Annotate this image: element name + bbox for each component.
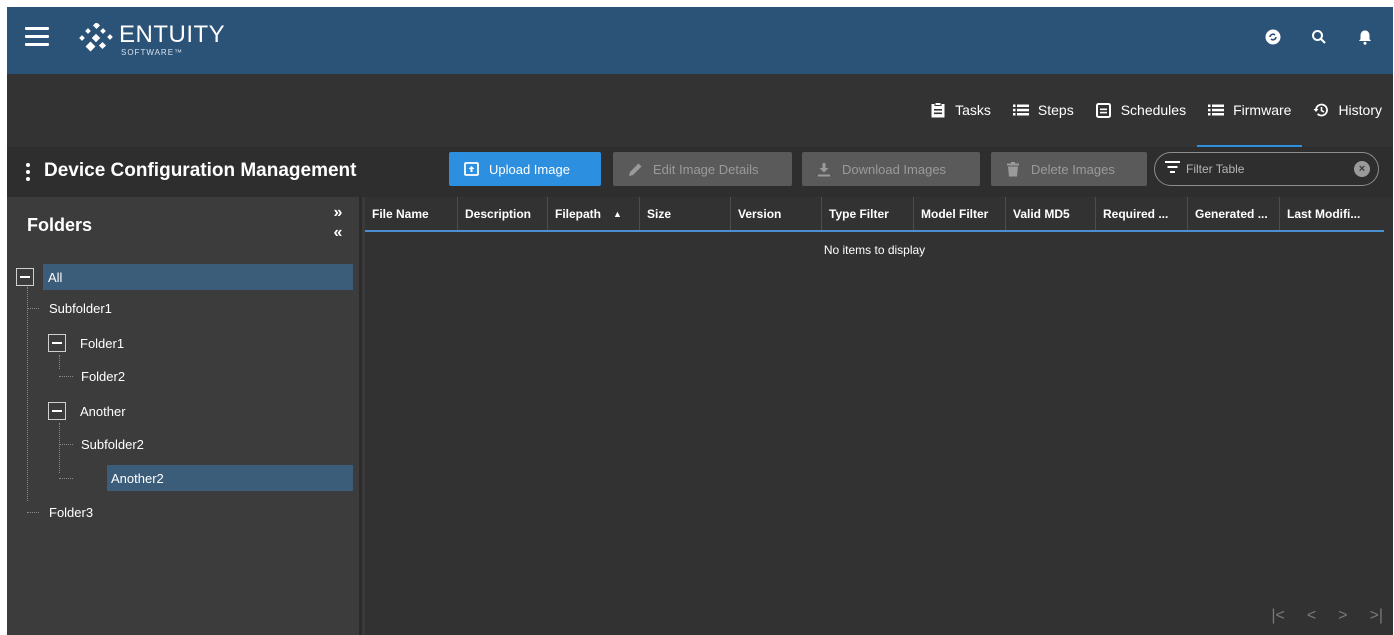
collapse-node-icon[interactable] xyxy=(16,268,34,286)
tree-node-label: Folder3 xyxy=(49,504,94,520)
list-icon xyxy=(1012,102,1029,118)
history-icon xyxy=(1313,102,1329,118)
tree-node-another2[interactable]: Another2 xyxy=(107,466,168,490)
edit-image-details-button[interactable]: Edit Image Details xyxy=(613,152,792,186)
tree-node-label: Another2 xyxy=(107,466,168,490)
trash-icon xyxy=(1005,161,1021,177)
column-header[interactable]: Filepath ▲ xyxy=(548,197,640,230)
pagination: |< < > >| xyxy=(1271,607,1393,625)
tab-bar: Tasks Steps Schedules Firmware History xyxy=(7,74,1393,148)
firmware-table: File Name Description Filepath ▲ Size Ver… xyxy=(365,197,1393,635)
tree-node-another[interactable]: Another xyxy=(48,399,130,423)
column-header[interactable]: Required ... xyxy=(1096,197,1188,230)
clipboard-icon xyxy=(930,102,946,118)
logo-subtitle: SOFTWARE™ xyxy=(121,48,184,57)
filter-table-field[interactable]: × xyxy=(1154,152,1379,186)
tab-schedules-label: Schedules xyxy=(1120,102,1187,118)
download-images-label: Download Images xyxy=(842,161,947,177)
more-options-icon[interactable] xyxy=(25,163,31,181)
column-header[interactable]: File Name xyxy=(365,197,458,230)
empty-table-message: No items to display xyxy=(823,243,926,257)
upload-image-button[interactable]: Upload Image xyxy=(449,152,601,186)
logo-name: ENTUITY xyxy=(119,21,226,48)
tab-tasks-label: Tasks xyxy=(955,102,991,118)
app-window: ENTUITY SOFTWARE™ Tasks Steps Schedules … xyxy=(7,7,1393,635)
sort-ascending-icon: ▲ xyxy=(613,208,622,219)
filter-table-input[interactable] xyxy=(1186,162,1346,176)
collapse-all-icon[interactable]: « xyxy=(330,223,346,243)
toolbar: Device Configuration Management Upload I… xyxy=(7,147,1393,197)
tree-node-label: Folder1 xyxy=(80,335,125,351)
upload-image-label: Upload Image xyxy=(489,161,570,177)
tree-node-label: Subfolder2 xyxy=(81,436,144,452)
download-icon xyxy=(816,161,832,177)
column-header[interactable]: Generated ... xyxy=(1188,197,1280,230)
search-icon[interactable] xyxy=(1309,27,1329,47)
tab-firmware-label: Firmware xyxy=(1233,102,1292,118)
delete-images-label: Delete Images xyxy=(1031,161,1115,177)
tree-node-subfolder2[interactable]: Subfolder2 xyxy=(77,432,148,456)
edit-image-details-label: Edit Image Details xyxy=(653,161,759,177)
table-header: File Name Description Filepath ▲ Size Ver… xyxy=(365,197,1384,232)
page-title: Device Configuration Management xyxy=(44,160,357,181)
hamburger-menu-icon[interactable] xyxy=(25,27,49,47)
tree-node-label: Another xyxy=(80,403,126,419)
tree-node-label: Folder2 xyxy=(81,368,126,384)
next-page-icon[interactable]: > xyxy=(1338,607,1347,625)
top-bar: ENTUITY SOFTWARE™ xyxy=(7,7,1393,74)
filter-icon xyxy=(1165,160,1180,178)
first-page-icon[interactable]: |< xyxy=(1271,607,1285,625)
tree-node-folder2[interactable]: Folder2 xyxy=(77,364,129,388)
previous-page-icon[interactable]: < xyxy=(1307,607,1316,625)
list-icon xyxy=(1208,102,1225,118)
expand-all-icon[interactable]: » xyxy=(330,203,346,223)
logo-mark-icon xyxy=(79,23,113,52)
collapse-node-icon[interactable] xyxy=(48,402,66,420)
tree-node-label: Subfolder1 xyxy=(49,300,112,316)
column-header[interactable]: Model Filter xyxy=(914,197,1006,230)
column-header[interactable]: Version xyxy=(731,197,822,230)
column-header[interactable]: Valid MD5 xyxy=(1006,197,1096,230)
last-page-icon[interactable]: >| xyxy=(1370,607,1384,625)
pencil-icon xyxy=(627,161,643,177)
column-header[interactable]: Size xyxy=(640,197,731,230)
folders-panel: Folders » « All Subfolder1 Folder1 Folde… xyxy=(7,197,362,635)
clear-filter-icon[interactable]: × xyxy=(1354,161,1370,177)
tree-node-folder1[interactable]: Folder1 xyxy=(48,331,128,355)
tab-steps[interactable]: Steps xyxy=(1002,99,1085,121)
tree-node-folder3[interactable]: Folder3 xyxy=(45,500,97,524)
column-header[interactable]: Description xyxy=(458,197,548,230)
update-icon[interactable] xyxy=(1263,27,1283,47)
tree-node-label: All xyxy=(48,269,63,285)
tab-steps-label: Steps xyxy=(1037,102,1074,118)
upload-icon xyxy=(463,161,479,177)
delete-images-button[interactable]: Delete Images xyxy=(991,152,1147,186)
collapse-node-icon[interactable] xyxy=(48,334,66,352)
tab-history-label: History xyxy=(1338,102,1382,118)
folders-title: Folders xyxy=(27,215,93,235)
tab-tasks[interactable]: Tasks xyxy=(919,99,1002,121)
tab-schedules[interactable]: Schedules xyxy=(1085,99,1197,121)
download-images-button[interactable]: Download Images xyxy=(802,152,980,186)
bell-icon[interactable] xyxy=(1355,27,1375,47)
selected-row-highlight xyxy=(43,264,353,290)
tab-firmware[interactable]: Firmware xyxy=(1197,99,1303,148)
tab-history[interactable]: History xyxy=(1302,99,1393,121)
column-header[interactable]: Type Filter xyxy=(822,197,914,230)
tree-node-all[interactable]: All xyxy=(16,265,66,289)
tree-node-subfolder1[interactable]: Subfolder1 xyxy=(45,296,116,320)
calendar-icon xyxy=(1096,102,1112,118)
column-header[interactable]: Last Modifi... xyxy=(1280,197,1384,230)
